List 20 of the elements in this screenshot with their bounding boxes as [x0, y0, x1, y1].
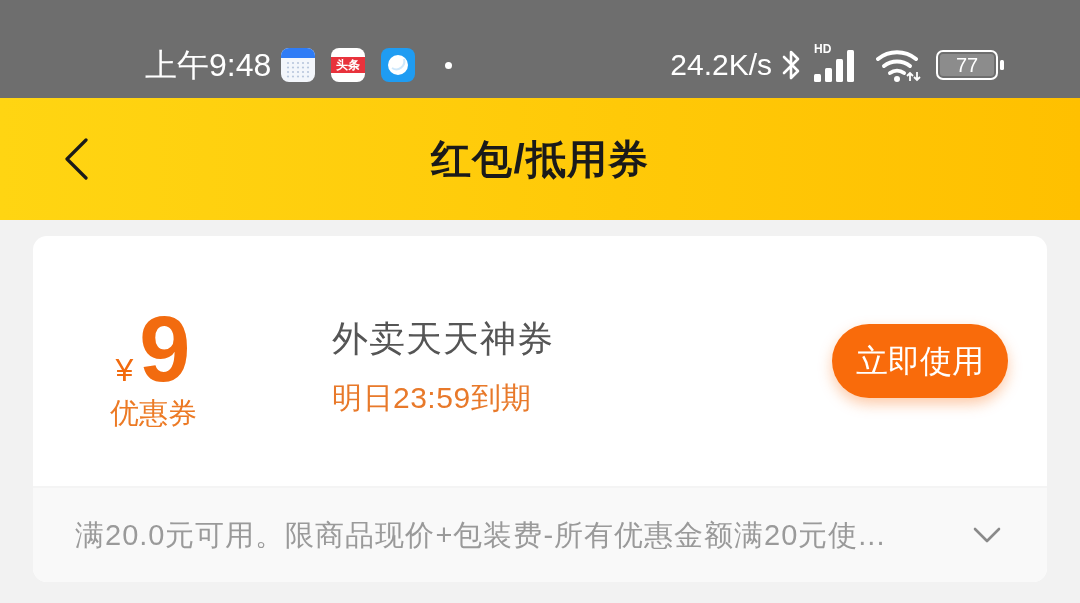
back-chevron-icon — [64, 138, 88, 180]
coupon-amount: 9 — [139, 308, 191, 389]
bluetooth-icon — [780, 48, 802, 82]
chat-app-icon — [381, 48, 416, 82]
page-title: 红包/抵用券 — [431, 139, 649, 179]
app-icon-label: 头条 — [331, 57, 366, 73]
battery-indicator: 77 — [936, 50, 998, 80]
coupon-type-label: 优惠券 — [109, 398, 197, 428]
coupon-terms: 满20.0元可用。限商品现价+包装费-所有优惠金额满20元使... — [75, 520, 887, 550]
wifi-icon — [876, 48, 922, 82]
coupon-expiry: 明日23:59到期 — [332, 383, 533, 413]
battery-cap-icon — [1000, 60, 1004, 70]
use-now-button[interactable]: 立即使用 — [832, 324, 1008, 398]
network-speed: 24.2K/s — [670, 50, 772, 80]
currency-symbol: ¥ — [115, 353, 134, 386]
signal-label: HD — [814, 43, 832, 55]
coupon-name: 外卖天天神券 — [332, 321, 555, 357]
clock-time: 上午9:48 — [145, 49, 272, 81]
notification-dot-icon — [445, 61, 453, 69]
calendar-app-icon — [281, 48, 316, 82]
